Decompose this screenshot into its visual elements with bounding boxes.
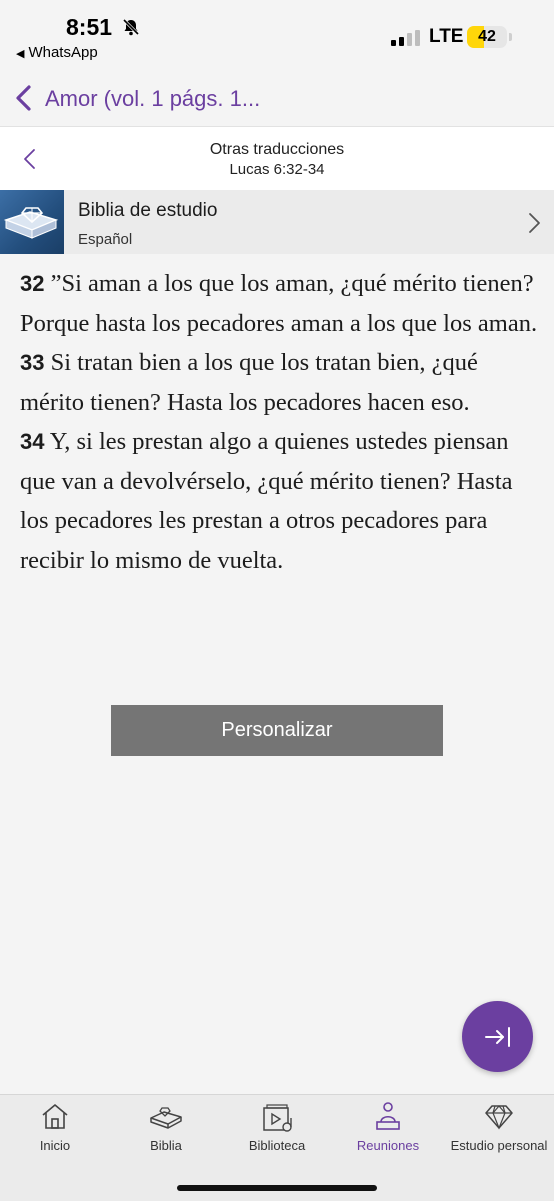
battery-percent: 42 <box>478 28 496 45</box>
cellular-signal-icon <box>391 30 420 46</box>
bible-diamond-icon <box>3 207 59 239</box>
back-triangle-icon: ◀ <box>16 48 25 60</box>
library-icon <box>263 1104 292 1132</box>
tab-label: Biblia <box>150 1138 182 1153</box>
publication-name: Biblia de estudio <box>78 200 218 221</box>
chevron-left-icon[interactable] <box>14 84 34 112</box>
tab-biblioteca[interactable]: Biblioteca <box>222 1098 332 1168</box>
nav-back-title[interactable]: Amor (vol. 1 págs. 1... <box>45 86 260 112</box>
battery-indicator: 42 <box>467 26 507 48</box>
customize-button[interactable]: Personalizar <box>111 705 443 756</box>
scripture-reference: Lucas 6:32-34 <box>229 161 325 178</box>
arrow-right-to-line-icon <box>484 1026 510 1047</box>
panel-title: Otras traducciones <box>209 141 345 158</box>
chevron-right-icon[interactable] <box>527 212 541 234</box>
tab-biblia[interactable]: Biblia <box>111 1098 221 1168</box>
publication-thumbnail <box>0 190 64 254</box>
network-type: LTE <box>429 26 464 47</box>
verse-text: 32 ”Si aman a los que los aman, ¿qué mér… <box>20 264 540 580</box>
tab-label: Estudio personal <box>450 1138 548 1153</box>
back-to-app-link[interactable]: ◀ WhatsApp <box>16 44 98 61</box>
bible-icon <box>150 1107 182 1129</box>
bell-muted-icon <box>122 18 140 36</box>
back-app-label: WhatsApp <box>28 44 98 61</box>
battery-tip <box>509 33 512 41</box>
tab-inicio[interactable]: Inicio <box>0 1098 110 1168</box>
tab-label: Inicio <box>39 1138 71 1153</box>
verse-number[interactable]: 34 <box>20 429 44 454</box>
verse-number[interactable]: 32 <box>20 271 44 296</box>
tab-reuniones[interactable]: Reuniones <box>333 1098 443 1168</box>
diamond-icon <box>485 1105 513 1130</box>
tab-estudio-personal[interactable]: Estudio personal <box>444 1098 554 1168</box>
home-icon <box>42 1104 68 1129</box>
tab-label: Reuniones <box>356 1138 420 1153</box>
exit-panel-button[interactable] <box>462 1001 533 1072</box>
status-time: 8:51 <box>66 14 113 40</box>
meetings-icon <box>376 1102 400 1130</box>
verse-body: ”Si aman a los que los aman, ¿qué mérito… <box>20 270 538 337</box>
verse-body: Si tratan bien a los que los tratan bien… <box>20 349 478 416</box>
home-indicator[interactable] <box>177 1185 377 1191</box>
verse-number[interactable]: 33 <box>20 350 44 375</box>
publication-language: Español <box>78 231 133 248</box>
tab-label: Biblioteca <box>248 1138 306 1153</box>
verse-body: Y, si les prestan algo a quienes ustedes… <box>20 428 513 574</box>
